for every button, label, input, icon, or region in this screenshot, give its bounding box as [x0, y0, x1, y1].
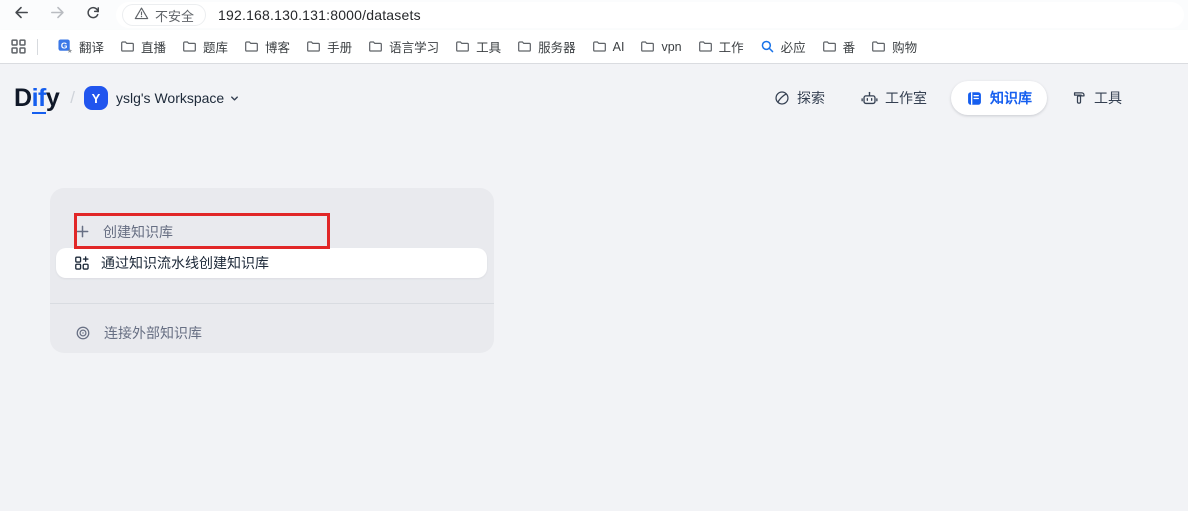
- url-text[interactable]: 192.168.130.131:8000/datasets: [218, 7, 421, 23]
- pipeline-create-label: 通过知识流水线创建知识库: [101, 253, 269, 273]
- bookmark-label: 博客: [265, 37, 290, 56]
- bookmark-item[interactable]: vpn: [632, 35, 689, 58]
- nav-item-studio[interactable]: 工作室: [849, 81, 939, 115]
- bookmark-item[interactable]: 番: [814, 33, 864, 60]
- bookmark-item[interactable]: 手册: [298, 33, 360, 60]
- folder-icon: [517, 39, 532, 54]
- bookmark-item[interactable]: 博客: [236, 33, 298, 60]
- security-label: 不安全: [155, 6, 194, 25]
- bookmark-item[interactable]: 服务器: [509, 33, 584, 60]
- bookmarks-separator: [37, 39, 38, 55]
- explore-icon: [774, 90, 790, 106]
- bookmark-item[interactable]: G★ 翻译: [50, 33, 112, 60]
- book-icon: [966, 90, 983, 107]
- back-arrow-icon: [13, 4, 30, 26]
- bookmark-item[interactable]: 工作: [690, 33, 752, 60]
- bookmark-label: 翻译: [79, 37, 104, 56]
- card-divider: [50, 303, 494, 304]
- plus-icon: [75, 224, 90, 239]
- workspace-name[interactable]: yslg's Workspace: [116, 90, 224, 106]
- grid-plus-icon: [74, 255, 90, 271]
- bookmark-label: vpn: [661, 40, 681, 54]
- nav-item-tools[interactable]: 工具: [1059, 81, 1134, 115]
- bookmark-label: 服务器: [538, 37, 576, 56]
- brand-area: Dify / Y yslg's Workspace: [14, 84, 240, 113]
- connect-external-button[interactable]: 连接外部知识库: [75, 318, 202, 348]
- logo-letter: y: [46, 84, 59, 112]
- address-bar[interactable]: 不安全 192.168.130.131:8000/datasets: [116, 2, 1184, 28]
- bookmark-item[interactable]: 直播: [112, 33, 174, 60]
- nav-label: 探索: [797, 88, 825, 108]
- bookmark-label: 购物: [892, 37, 917, 56]
- bookmark-item[interactable]: 必应: [752, 33, 814, 60]
- nav-label: 知识库: [990, 88, 1032, 108]
- nav-item-knowledge[interactable]: 知识库: [951, 81, 1047, 115]
- browser-toolbar: 不安全 192.168.130.131:8000/datasets: [0, 0, 1188, 30]
- folder-icon: [455, 39, 470, 54]
- apps-grid-icon[interactable]: [10, 38, 27, 55]
- bookmark-item[interactable]: 购物: [863, 33, 925, 60]
- reload-button[interactable]: [80, 2, 106, 28]
- folder-icon: [871, 39, 886, 54]
- folder-icon: [822, 39, 837, 54]
- folder-icon: [592, 39, 607, 54]
- folder-icon: [244, 39, 259, 54]
- bookmark-label: 手册: [327, 37, 352, 56]
- svg-text:★: ★: [67, 47, 73, 54]
- forward-arrow-icon: [49, 4, 66, 26]
- bookmarks-bar: G★ 翻译 直播 题库 博客 手册 语言学习 工具: [0, 30, 1188, 64]
- back-button[interactable]: [8, 2, 34, 28]
- external-knowledge-label: 连接外部知识库: [104, 323, 202, 343]
- dify-logo[interactable]: Dify: [14, 84, 59, 113]
- search-icon: [760, 39, 775, 54]
- create-knowledge-label: 创建知识库: [103, 222, 173, 242]
- bookmark-item[interactable]: 工具: [447, 33, 509, 60]
- bookmark-label: 直播: [141, 37, 166, 56]
- top-nav: 探索 工作室 知识库: [762, 81, 1134, 115]
- hammer-icon: [1071, 90, 1087, 106]
- translate-icon: G★: [58, 39, 73, 54]
- app-header: Dify / Y yslg's Workspace 探索: [0, 64, 1188, 116]
- folder-icon: [120, 39, 135, 54]
- folder-icon: [640, 39, 655, 54]
- warning-triangle-icon: [134, 6, 149, 24]
- bookmark-item[interactable]: 题库: [174, 33, 236, 60]
- bookmark-item[interactable]: 语言学习: [360, 33, 447, 60]
- bookmark-label: 题库: [203, 37, 228, 56]
- folder-icon: [698, 39, 713, 54]
- folder-icon: [182, 39, 197, 54]
- robot-icon: [861, 90, 878, 107]
- target-icon: [75, 325, 91, 341]
- bookmark-label: AI: [613, 40, 625, 54]
- browser-window: 不安全 192.168.130.131:8000/datasets G★ 翻译 …: [0, 0, 1188, 512]
- logo-letter: D: [14, 84, 32, 112]
- bookmark-label: 番: [843, 37, 856, 56]
- chevron-down-icon[interactable]: [229, 93, 240, 104]
- bookmark-label: 必应: [781, 37, 806, 56]
- forward-button[interactable]: [44, 2, 70, 28]
- create-knowledge-card: 创建知识库 通过知识流水线创建知识库 连接外部知识库: [50, 188, 494, 353]
- breadcrumb-separator: /: [70, 88, 75, 108]
- reload-icon: [85, 5, 101, 26]
- bookmark-item[interactable]: AI: [584, 35, 633, 58]
- nav-item-explore[interactable]: 探索: [762, 81, 837, 115]
- pipeline-create-button[interactable]: 通过知识流水线创建知识库: [56, 248, 487, 278]
- logo-letter: if: [32, 84, 46, 114]
- nav-label: 工具: [1094, 88, 1122, 108]
- security-chip[interactable]: 不安全: [122, 4, 206, 26]
- bookmark-label: 语言学习: [389, 37, 439, 56]
- create-knowledge-button[interactable]: 创建知识库: [75, 214, 173, 249]
- folder-icon: [306, 39, 321, 54]
- bookmark-label: 工作: [719, 37, 744, 56]
- bookmark-label: 工具: [476, 37, 501, 56]
- workspace-avatar[interactable]: Y: [84, 86, 108, 110]
- nav-label: 工作室: [885, 88, 927, 108]
- dify-page: Dify / Y yslg's Workspace 探索: [0, 64, 1188, 511]
- folder-icon: [368, 39, 383, 54]
